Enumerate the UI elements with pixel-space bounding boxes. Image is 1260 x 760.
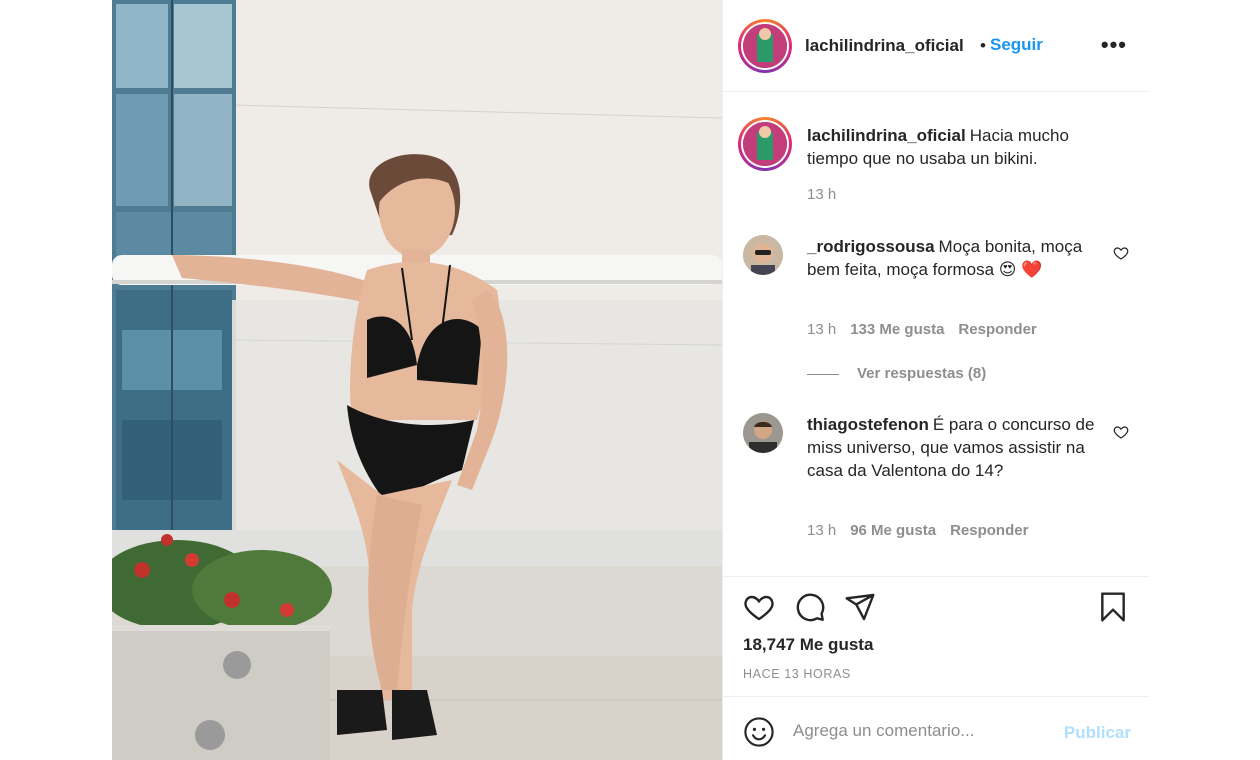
emoji-icon[interactable] (743, 716, 775, 748)
comments-list[interactable]: lachilindrina_oficial Hacia mucho tiempo … (723, 93, 1149, 575)
post-header: lachilindrina_oficial • Seguir ••• (723, 0, 1149, 92)
post-sidebar: lachilindrina_oficial • Seguir ••• lachi… (722, 0, 1149, 760)
comment-like-heart-icon[interactable] (1113, 424, 1129, 440)
author-username-link[interactable]: lachilindrina_oficial (805, 36, 964, 56)
heart-icon[interactable] (743, 591, 775, 623)
post-timestamp[interactable]: HACE 13 HORAS (743, 667, 851, 681)
likes-count-link[interactable]: 18,747 Me gusta (743, 635, 873, 655)
view-replies-button[interactable]: Ver respuestas (8) (807, 365, 986, 382)
comment-meta: 13 h 133 Me gusta Responder (807, 321, 1051, 338)
comment-time[interactable]: 13 h (807, 522, 836, 539)
comment-text: thiagostefenon É para o concurso de miss … (807, 413, 1107, 482)
comment-meta: 13 h 96 Me gusta Responder (807, 522, 1042, 539)
comment-likes-link[interactable]: 96 Me gusta (850, 522, 936, 539)
commenter-avatar[interactable] (743, 413, 783, 453)
follow-button[interactable]: Seguir (990, 35, 1043, 55)
caption-text: lachilindrina_oficial Hacia mucho tiempo … (807, 124, 1117, 170)
more-options-icon[interactable]: ••• (1101, 32, 1127, 58)
caption-avatar[interactable] (738, 117, 792, 171)
publish-button[interactable]: Publicar (1064, 723, 1131, 743)
comment-input[interactable] (793, 719, 1043, 743)
post-image (112, 0, 722, 760)
comment-like-heart-icon[interactable] (1113, 245, 1129, 261)
replies-line (807, 373, 839, 375)
caption-username-link[interactable]: lachilindrina_oficial (807, 126, 966, 145)
post-photo[interactable] (112, 0, 722, 760)
commenter-username-link[interactable]: _rodrigossousa (807, 237, 935, 256)
paper-plane-icon[interactable] (844, 591, 876, 623)
author-avatar[interactable] (738, 19, 792, 73)
add-comment-bar: Publicar (723, 696, 1149, 760)
comment-icon[interactable] (794, 591, 826, 623)
instagram-post: lachilindrina_oficial • Seguir ••• lachi… (112, 0, 1149, 760)
caption-meta: 13 h (807, 186, 850, 203)
commenter-username-link[interactable]: thiagostefenon (807, 415, 929, 434)
comment-time[interactable]: 13 h (807, 321, 836, 338)
view-replies-label: Ver respuestas (8) (857, 365, 987, 382)
reply-button[interactable]: Responder (950, 522, 1028, 539)
caption-time[interactable]: 13 h (807, 186, 836, 203)
comment-text: _rodrigossousa Moça bonita, moça bem feit… (807, 235, 1107, 281)
comment-likes-link[interactable]: 133 Me gusta (850, 321, 944, 338)
commenter-avatar[interactable] (743, 235, 783, 275)
reply-button[interactable]: Responder (958, 321, 1036, 338)
bookmark-icon[interactable] (1097, 591, 1129, 623)
post-actions: 18,747 Me gusta HACE 13 HORAS (723, 576, 1149, 696)
separator-dot: • (980, 36, 986, 55)
